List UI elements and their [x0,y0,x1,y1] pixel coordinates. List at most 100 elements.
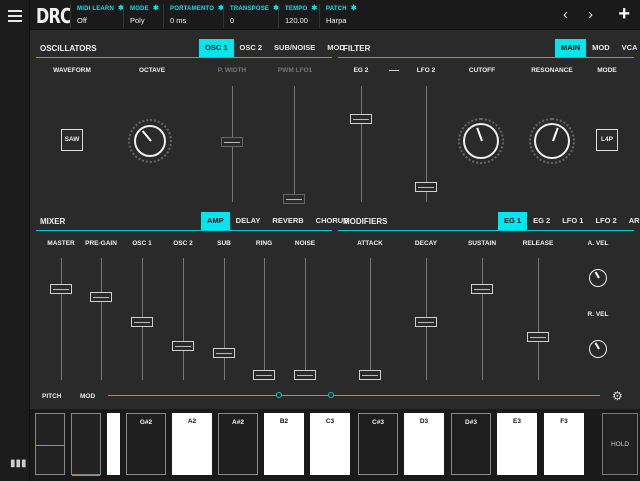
mixer-channel-label: MASTER [47,240,75,247]
cutoff-label: CUTOFF [468,67,496,74]
octave-knob[interactable] [134,125,166,157]
keyboard-toggle-icon[interactable]: ▮▮▮ [10,458,27,469]
tab-eg1[interactable]: EG 1 [498,212,528,230]
eg2-slider[interactable] [350,114,372,124]
keyboard-settings-icon[interactable]: ⚙ [612,389,623,403]
tab-vca[interactable]: VCA [616,39,640,57]
keyboard-scroll-handle-left[interactable] [276,392,282,398]
envelope-label: ATTACK [357,240,383,247]
envelope-fader-track [538,258,539,380]
app-logo: DRC [36,4,72,28]
gear-icon[interactable]: ✱ [153,5,159,12]
transpose-param[interactable]: TRANSPOSE ✱ 0 [223,4,279,28]
modifiers-title: MODIFIERS [343,217,388,226]
tab-arp[interactable]: ARP [623,212,640,230]
resonance-label: RESONANCE [531,67,573,74]
tab-lfo1[interactable]: LFO 1 [556,212,589,230]
resonance-knob[interactable] [534,123,570,159]
waveform-button[interactable]: SAW [61,129,83,151]
mixer-channel-label: SUB [217,240,231,247]
next-patch-button[interactable]: › [588,6,593,23]
menu-icon[interactable] [8,10,22,22]
mixer-fader-slider[interactable] [131,317,153,328]
mod-wheel[interactable] [71,413,101,476]
gear-icon[interactable]: ✱ [351,5,357,12]
oscillators-tabs: OSC 1 OSC 2 SUB/NOISE MOD [199,39,351,57]
envelope-fader-slider[interactable] [527,331,549,342]
keyboard-scroll-handle-right[interactable] [328,392,334,398]
tab-sub-noise[interactable]: SUB/NOISE [268,39,321,57]
filter-tabs: MAIN MOD VCA [555,39,640,57]
portamento-param[interactable]: PORTAMENTO ✱ 0 ms [163,4,224,28]
tab-main[interactable]: MAIN [555,39,587,57]
lfo2-slider[interactable] [415,182,437,192]
filter-mode-button[interactable]: L4P [596,129,618,151]
release-velocity-knob[interactable] [589,340,607,358]
mixer-fader-slider[interactable] [213,347,235,358]
piano-key[interactable]: A#2 [218,413,258,475]
envelope-fader-slider[interactable] [415,317,437,328]
piano-key[interactable]: F3 [544,413,584,475]
attack-velocity-label: A. VEL [587,240,609,247]
prev-patch-button[interactable]: ‹ [563,6,568,23]
keyboard-scroll-window[interactable] [279,395,331,396]
tab-osc2[interactable]: OSC 2 [234,39,269,57]
piano-key[interactable]: E3 [497,413,537,475]
tempo-param[interactable]: TEMPO ✱ 120.00 [278,4,317,28]
piano-key[interactable]: A2 [172,413,212,475]
param-label: TEMPO [285,6,308,12]
param-value: Harpa [326,16,347,25]
pitch-wheel[interactable] [35,413,65,475]
envelope-label: RELEASE [522,240,554,247]
envelope-fader-track [482,258,483,380]
mixer-title: MIXER [40,217,66,226]
param-label: PATCH [326,6,347,12]
cutoff-knob[interactable] [463,123,499,159]
tab-filter-mod[interactable]: MOD [586,39,616,57]
mixer-fader-slider[interactable] [172,340,194,351]
piano-key[interactable]: D#3 [451,413,491,475]
piano-key[interactable]: D3 [404,413,444,475]
envelope-label: SUSTAIN [467,240,497,247]
hold-button[interactable]: HOLD [602,413,638,475]
mode-param[interactable]: MODE ✱ Poly [123,4,159,28]
attack-velocity-knob[interactable] [589,269,607,287]
mixer-fader-slider[interactable] [253,370,275,380]
keyboard-scroll-track[interactable] [108,395,600,396]
mixer-fader-track [224,258,225,380]
piano-key[interactable] [107,413,120,475]
pwm-lfo1-slider[interactable] [283,194,305,204]
tab-delay[interactable]: DELAY [230,212,267,230]
patch-param[interactable]: PATCH ✱ Harpa [319,4,357,28]
tab-eg2[interactable]: EG 2 [527,212,556,230]
pwm-lfo1-track [294,86,295,202]
mod-label: MOD [80,393,96,400]
envelope-label: DECAY [414,240,438,247]
gear-icon[interactable]: ✱ [311,5,317,12]
eg2-track [361,86,362,202]
pulse-width-slider[interactable] [221,137,243,147]
piano-key[interactable]: G#2 [126,413,166,475]
mixer-divider [36,230,332,231]
mixer-fader-slider[interactable] [50,283,72,294]
mixer-fader-slider[interactable] [90,291,112,302]
mixer-fader-slider[interactable] [294,370,316,380]
tab-amp[interactable]: AMP [201,212,230,230]
piano-key[interactable]: B2 [264,413,304,475]
tab-osc1[interactable]: OSC 1 [199,39,234,57]
midi-learn-param[interactable]: MIDI LEARN ✱ Off [70,4,124,28]
mixer-fader-track [183,258,184,380]
mod-link-dash [389,70,399,71]
lfo2-label: LFO 2 [416,67,436,74]
top-bar: DRC MIDI LEARN ✱ Off MODE ✱ Poly PORTAMENT… [30,0,640,30]
modifiers-tabs: EG 1 EG 2 LFO 1 LFO 2 ARP [498,212,640,230]
tab-reverb[interactable]: REVERB [266,212,309,230]
piano-key[interactable]: C#3 [358,413,398,475]
envelope-fader-slider[interactable] [359,370,381,380]
mixer-channel-label: OSC 1 [132,240,152,247]
piano-key[interactable]: C3 [310,413,350,475]
add-patch-button[interactable]: + [618,3,630,26]
mixer-tabs: AMP DELAY REVERB CHORUS [201,212,354,230]
envelope-fader-slider[interactable] [471,283,493,294]
tab-lfo2[interactable]: LFO 2 [589,212,622,230]
